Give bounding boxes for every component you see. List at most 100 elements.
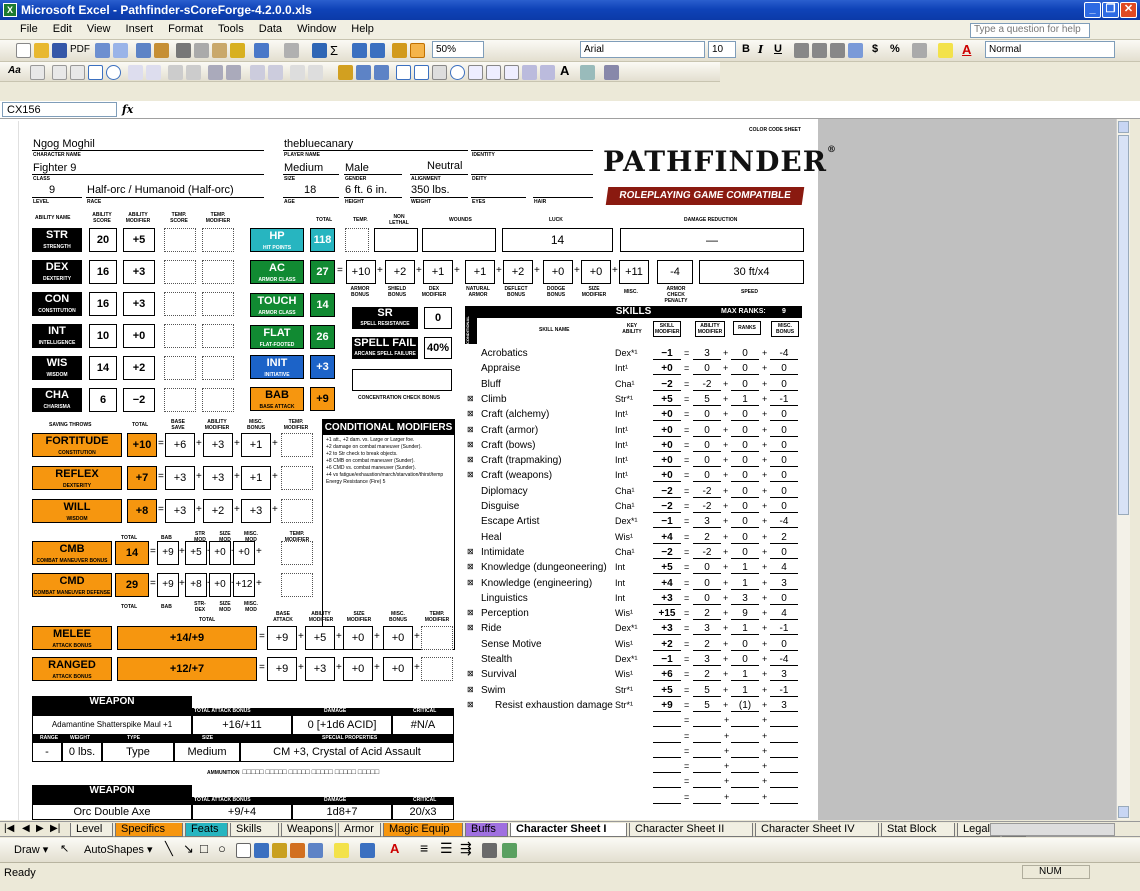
skill-row[interactable]: ⊠ Craft (alchemy) Int¹ +0 = 0 +0 +0 [465, 409, 805, 423]
skill-ranks[interactable]: 0 [731, 379, 759, 391]
edit-box-icon[interactable] [30, 65, 45, 80]
skill-row[interactable]: Diplomacy Cha¹ −2 = -2 +0 +0 [465, 486, 805, 500]
tab-character-sheet-iv[interactable]: Character Sheet IV [755, 823, 879, 837]
ctrl-label-icon[interactable]: A [560, 63, 569, 78]
tab-character-sheet-i[interactable]: Character Sheet I [510, 823, 627, 837]
skill-row[interactable]: Heal Wis¹ +4 = 2 +0 +2 [465, 532, 805, 546]
class-value[interactable]: Fighter 9 [33, 162, 76, 174]
player-name-value[interactable]: thebluecanary [284, 138, 353, 150]
save-total[interactable]: +8 [127, 499, 157, 523]
ctrl-option-icon[interactable] [450, 65, 465, 80]
style-select[interactable]: Normal [985, 41, 1115, 58]
save-total[interactable]: +7 [127, 466, 157, 490]
ranged-ability-value[interactable]: +3 [305, 657, 335, 681]
melee-temp-box[interactable] [421, 626, 453, 650]
skill-modifier[interactable]: +0 [653, 409, 681, 422]
wounds-box[interactable] [422, 228, 496, 252]
cmd-total[interactable]: 29 [115, 573, 149, 597]
empty-skill-cell[interactable] [693, 746, 721, 758]
skill-row[interactable]: Disguise Cha¹ −2 = -2 +0 +0 [465, 501, 805, 515]
tab-weapons[interactable]: Weapons [281, 823, 336, 837]
skill-misc[interactable]: -4 [770, 348, 798, 360]
more-controls-icon[interactable] [604, 65, 619, 80]
tab-scroll-next-icon[interactable]: ▶ [36, 823, 44, 834]
maximize-button[interactable]: ❐ [1102, 2, 1119, 18]
temp-modifier-box[interactable] [202, 228, 234, 252]
skill-ranks[interactable]: 0 [731, 516, 759, 529]
design-mode-icon[interactable] [338, 65, 353, 80]
class-skill-checkbox[interactable]: ⊠ [467, 685, 474, 694]
ctrl-toggle-icon[interactable] [504, 65, 519, 80]
skill-row[interactable]: ⊠ Knowledge (dungeoneering) Int +5 = 0 +1 +4 [465, 562, 805, 576]
menu-file[interactable]: File [0, 20, 44, 35]
skill-misc[interactable]: 0 [770, 547, 798, 559]
temp-score-box[interactable] [164, 388, 196, 412]
save-temp-box[interactable] [281, 433, 313, 457]
weapon-1-range[interactable]: - [32, 742, 62, 762]
skill-ranks[interactable]: 1 [731, 623, 759, 636]
merge-center-icon[interactable] [848, 43, 863, 58]
character-name-value[interactable]: Ngog Moghil [33, 138, 95, 150]
weapon-1-critical[interactable]: #N/A [392, 715, 454, 735]
tab-scroll-last-icon[interactable]: ▶| [50, 823, 60, 834]
cmb-temp-box[interactable] [281, 541, 313, 565]
fill-color-icon[interactable] [938, 43, 953, 58]
skill-row[interactable]: Escape Artist Dex*¹ −1 = 3 +0 + -4 [465, 516, 805, 530]
scroll-down-icon[interactable] [1118, 806, 1129, 818]
research-icon[interactable] [154, 43, 169, 58]
tab-specifics[interactable]: Specifics [115, 823, 183, 837]
temp-score-box[interactable] [164, 260, 196, 284]
properties-icon[interactable] [356, 65, 371, 80]
skill-modifier[interactable]: +2 [653, 639, 681, 651]
skill-misc[interactable]: -1 [770, 685, 798, 697]
skill-ranks[interactable]: 1 [731, 578, 759, 590]
skill-misc[interactable]: 0 [770, 379, 798, 391]
skill-modifier[interactable]: −2 [653, 501, 681, 513]
ctrl-textbox-icon[interactable] [414, 65, 429, 80]
skill-row[interactable]: Bluff Cha¹ −2 = -2 +0 +0 [465, 379, 805, 393]
empty-skill-cell[interactable] [770, 731, 798, 743]
ranged-misc-value[interactable]: +0 [383, 657, 413, 681]
class-skill-checkbox[interactable]: ⊠ [467, 455, 474, 464]
save-temp-box[interactable] [281, 499, 313, 523]
ranged-base-value[interactable]: +9 [267, 657, 297, 681]
skill-ability-mod[interactable]: 5 [693, 700, 721, 712]
weapon-1-size[interactable]: Medium [174, 742, 240, 762]
skill-misc[interactable]: 0 [770, 409, 798, 422]
textbox-icon[interactable] [236, 843, 251, 858]
melee-base-value[interactable]: +9 [267, 626, 297, 650]
empty-skill-row[interactable]: = + + [465, 731, 805, 745]
cmd-temp-box[interactable] [281, 573, 313, 597]
menu-view[interactable]: View [81, 20, 117, 35]
skill-misc[interactable]: 0 [770, 440, 798, 452]
height-value[interactable]: 6 ft. 6 in. [345, 184, 387, 196]
temp-modifier-box[interactable] [202, 324, 234, 348]
skill-ranks[interactable]: 0 [731, 532, 759, 544]
spelling-icon[interactable] [136, 43, 151, 58]
class-skill-checkbox[interactable]: ⊠ [467, 470, 474, 479]
save-base[interactable]: +3 [165, 466, 195, 490]
skill-modifier[interactable]: +3 [653, 623, 681, 636]
ac-dex-value[interactable]: +1 [423, 260, 453, 284]
cmd-str-value[interactable]: +8 [185, 573, 207, 597]
empty-skill-row[interactable]: = + + [465, 792, 805, 806]
tab-armor[interactable]: Armor [338, 823, 381, 837]
class-skill-checkbox[interactable]: ⊠ [467, 409, 474, 418]
draw-font-color-icon[interactable]: A [390, 841, 399, 856]
skill-modifier[interactable]: +3 [653, 593, 681, 605]
ability-score-con[interactable]: 16 [89, 292, 117, 316]
close-button[interactable]: ✕ [1120, 2, 1137, 18]
touch-total[interactable]: 14 [310, 293, 335, 317]
skill-ranks[interactable]: 3 [731, 593, 759, 605]
hp-total[interactable]: 118 [310, 228, 335, 252]
color-code-sheet-label[interactable]: COLOR CODE SHEET [749, 127, 801, 133]
drawing-icon[interactable] [410, 43, 425, 58]
skill-row[interactable]: ⊠ Ride Dex*¹ +3 = 3 +1 + -1 [465, 623, 805, 637]
empty-skill-row[interactable]: = + + [465, 746, 805, 760]
skill-misc[interactable]: 2 [770, 532, 798, 544]
align-left-icon[interactable] [794, 43, 809, 58]
sr-value[interactable]: 0 [424, 307, 452, 329]
skill-modifier[interactable]: +9 [653, 700, 681, 712]
skill-ranks[interactable]: 0 [731, 455, 759, 468]
skill-ability-mod[interactable]: 3 [693, 623, 721, 636]
